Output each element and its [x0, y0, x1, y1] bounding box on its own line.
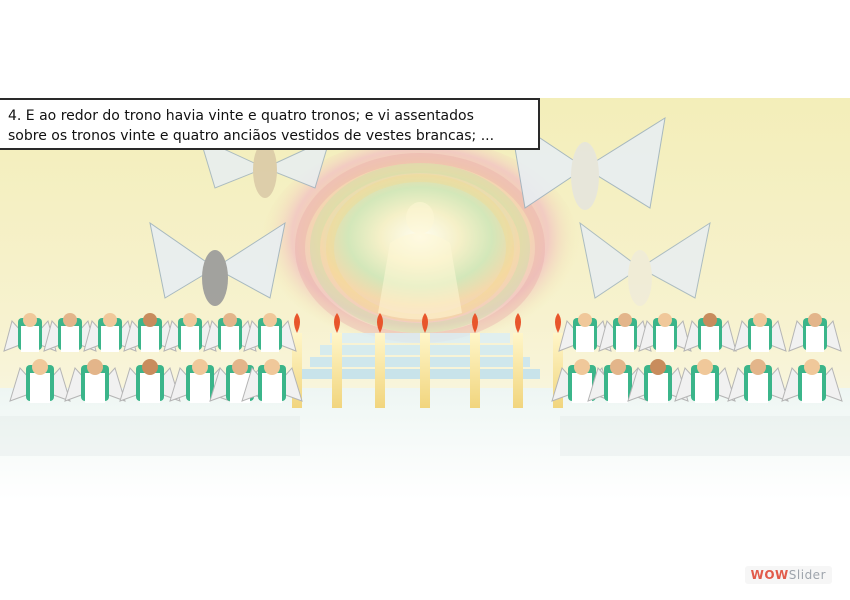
- caption-line-1: 4. E ao redor do trono havia vinte e qua…: [8, 108, 474, 124]
- floor-reflection-left: [0, 416, 300, 456]
- winged-creature-left: [149, 221, 286, 306]
- elders-right: [551, 313, 843, 403]
- watermark-part-1: WOW: [750, 568, 789, 582]
- wowslider-watermark: WOWSlider: [744, 566, 832, 584]
- floor-reflection-right: [560, 416, 850, 456]
- throne-room-scene: [0, 116, 850, 500]
- winged-creature-right: [579, 221, 711, 306]
- caption-box: 4. E ao redor do trono havia vinte e qua…: [0, 98, 540, 150]
- watermark-part-2: Slider: [788, 568, 826, 582]
- elders-left: [3, 313, 303, 403]
- caption-line-2: sobre os tronos vinte e quatro anciãos v…: [8, 128, 495, 144]
- heavenly-throne-illustration: [0, 98, 850, 500]
